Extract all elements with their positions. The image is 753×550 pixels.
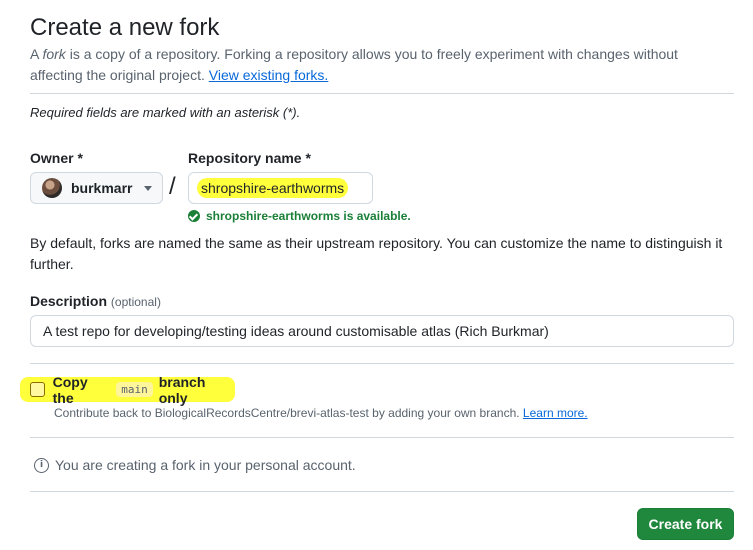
fork-account-info: i You are creating a fork in your person… — [34, 457, 356, 473]
description-label-text: Description — [30, 293, 108, 309]
copy-main-branch-checkbox[interactable] — [30, 382, 45, 397]
default-name-note: By default, forks are named the same as … — [30, 235, 723, 272]
description-label: Description (optional) — [30, 293, 161, 309]
owner-dropdown[interactable]: burkmarr — [30, 172, 163, 204]
divider — [30, 491, 734, 492]
description-value: A test repo for developing/testing ideas… — [43, 323, 549, 339]
required-fields-note: Required fields are marked with an aster… — [30, 105, 301, 120]
repository-name-value: shropshire-earthworms — [197, 178, 349, 198]
repository-name-label: Repository name * — [188, 150, 311, 166]
divider — [30, 437, 734, 438]
create-fork-button[interactable]: Create fork — [637, 508, 734, 540]
availability-message: shropshire-earthworms is available. — [188, 209, 411, 223]
fork-account-info-text: You are creating a fork in your personal… — [55, 457, 356, 473]
intro-fork-word: fork — [42, 46, 66, 62]
copy-label-before: Copy the — [52, 373, 88, 406]
copy-main-branch-option[interactable]: Copy the main branch only — [20, 374, 235, 406]
intro-body: is a copy of a repository. Forking a rep… — [30, 46, 678, 83]
owner-name: burkmarr — [71, 180, 133, 196]
owner-label: Owner * — [30, 150, 83, 166]
intro-text: A fork is a copy of a repository. Forkin… — [30, 44, 730, 86]
repository-name-input[interactable]: shropshire-earthworms — [188, 172, 373, 204]
branch-name: main — [116, 382, 153, 397]
copy-branch-help: Contribute back to BiologicalRecordsCent… — [54, 406, 588, 420]
learn-more-link[interactable]: Learn more. — [523, 406, 588, 420]
intro-prefix: A — [30, 46, 43, 62]
copy-branch-help-text: Contribute back to BiologicalRecordsCent… — [54, 406, 520, 420]
view-existing-forks-link[interactable]: View existing forks. — [209, 67, 329, 83]
description-input[interactable]: A test repo for developing/testing ideas… — [30, 315, 734, 347]
availability-text: shropshire-earthworms is available. — [206, 209, 411, 223]
copy-main-branch-label[interactable]: Copy the main branch only — [53, 374, 235, 406]
page-title: Create a new fork — [30, 14, 220, 41]
divider — [30, 363, 734, 364]
owner-repo-separator: / — [169, 173, 176, 200]
avatar — [42, 178, 62, 198]
optional-tag: (optional) — [110, 295, 161, 309]
divider — [30, 93, 734, 94]
copy-label-after: branch only — [158, 373, 206, 406]
check-circle-icon — [188, 210, 200, 222]
chevron-down-icon — [144, 185, 152, 191]
info-icon: i — [34, 457, 49, 473]
